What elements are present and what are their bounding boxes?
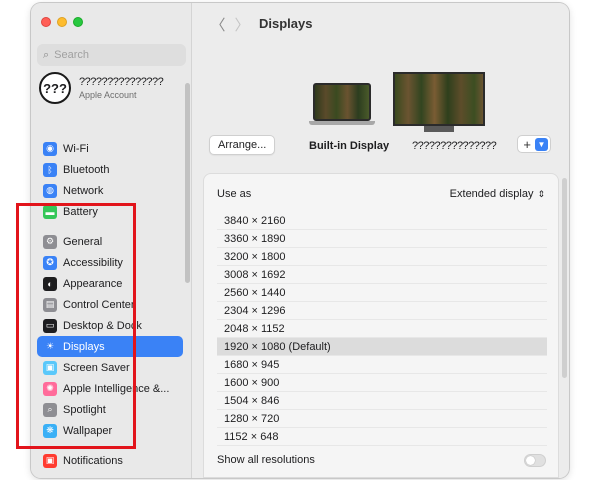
wifi-icon: ◉ [43, 141, 57, 156]
control-center-icon: ▤ [43, 297, 57, 312]
notifications-icon: ▣ [43, 453, 57, 468]
sidebar-item-wifi[interactable]: ◉ Wi-Fi [37, 138, 183, 159]
displays-icon: ☀ [43, 339, 57, 354]
wallpaper-icon: ❋ [43, 423, 57, 438]
apple-account[interactable]: ??? ??????????????? Apple Account [39, 72, 164, 104]
sidebar-item-bluetooth[interactable]: ᛒ Bluetooth [37, 159, 183, 180]
minimize-button[interactable] [57, 17, 67, 27]
search-icon: ⌕ [43, 48, 50, 61]
sidebar-item-spotlight[interactable]: ⌕ Spotlight [37, 399, 183, 420]
resolution-option[interactable]: 3360 × 1890 [217, 230, 547, 248]
sidebar-item-label: General [63, 235, 103, 248]
screen-saver-icon: ▣ [43, 360, 57, 375]
sidebar-item-label: Wallpaper [63, 424, 113, 437]
close-button[interactable] [41, 17, 51, 27]
apple-intelligence-icon: ✺ [43, 381, 57, 396]
resolution-option[interactable]: 3200 × 1800 [217, 248, 547, 266]
sidebar-item-label: Desktop & Dock [63, 319, 142, 332]
use-as-row: Use as Extended display ⇕ [217, 185, 545, 203]
resolution-option[interactable]: 2048 × 1152 [217, 320, 547, 338]
resolution-option[interactable]: 1152 × 648 [217, 428, 547, 446]
external-display-thumbnail[interactable] [393, 72, 485, 132]
sidebar-item-wallpaper[interactable]: ❋ Wallpaper [37, 420, 183, 441]
page-title: Displays [259, 16, 313, 31]
spotlight-icon: ⌕ [43, 402, 57, 417]
sidebar-item-label: Notifications [63, 454, 123, 467]
use-as-select[interactable]: Extended display ⇕ [450, 188, 545, 200]
resolution-option[interactable]: 1280 × 720 [217, 410, 547, 428]
sidebar-item-battery[interactable]: ▬ Battery [37, 201, 183, 222]
bluetooth-icon: ᛒ [43, 162, 57, 177]
plus-icon: + [523, 136, 531, 152]
resolution-option[interactable]: 1600 × 900 [217, 374, 547, 392]
settings-window: ⌕ ??? ??????????????? Apple Account ◉ Wi-… [31, 3, 569, 478]
sidebar-item-control-center[interactable]: ▤ Control Center [37, 294, 183, 315]
resolution-option[interactable]: 3008 × 1692 [217, 266, 547, 284]
builtin-display-thumbnail[interactable] [309, 83, 375, 127]
use-as-label: Use as [217, 188, 252, 200]
zoom-button[interactable] [73, 17, 83, 27]
sidebar-item-accessibility[interactable]: ✪ Accessibility [37, 252, 183, 273]
sidebar-item-label: Appearance [63, 277, 123, 290]
desktop-dock-icon: ▭ [43, 318, 57, 333]
sidebar-item-label: Apple Intelligence &... [63, 382, 170, 395]
back-arrow-icon[interactable]: 〈 [207, 14, 229, 35]
show-all-resolutions-label: Show all resolutions [217, 454, 315, 466]
network-icon: ◍ [43, 183, 57, 198]
builtin-display-label[interactable]: Built-in Display [309, 140, 389, 152]
show-all-resolutions-toggle[interactable] [524, 454, 546, 467]
search-box[interactable]: ⌕ [37, 44, 186, 66]
resolution-option[interactable]: 1504 × 846 [217, 392, 547, 410]
avatar: ??? [39, 72, 71, 104]
chevron-down-icon[interactable]: ▼ [535, 137, 548, 151]
main-scrollbar[interactable] [562, 178, 567, 378]
account-name: ??????????????? [79, 76, 164, 88]
sidebar-item-label: Screen Saver [63, 361, 130, 374]
sidebar-item-screen-saver[interactable]: ▣ Screen Saver [37, 357, 183, 378]
resolution-list: 3840 × 2160 3360 × 1890 3200 × 1800 3008 × … [217, 212, 547, 446]
sidebar: ⌕ ??? ??????????????? Apple Account ◉ Wi-… [31, 3, 192, 478]
sidebar-nav: ◉ Wi-Fi ᛒ Bluetooth ◍ Network ▬ Battery ⚙ General… [37, 138, 183, 471]
sidebar-item-label: Network [63, 184, 104, 197]
add-display-button[interactable]: + ▼ [517, 135, 551, 153]
use-as-value: Extended display [449, 188, 534, 200]
sidebar-item-general[interactable]: ⚙ General [37, 231, 183, 252]
accessibility-icon: ✪ [43, 255, 57, 270]
sidebar-item-label: Battery [63, 205, 98, 218]
appearance-icon: ◐ [43, 276, 57, 291]
sidebar-item-desktop-dock[interactable]: ▭ Desktop & Dock [37, 315, 183, 336]
sidebar-item-apple-intelligence[interactable]: ✺ Apple Intelligence &... [37, 378, 183, 399]
sidebar-item-label: Bluetooth [63, 163, 110, 176]
account-subtitle: Apple Account [79, 90, 137, 100]
updown-chevron-icon: ⇕ [537, 188, 545, 199]
resolution-option[interactable]: 2304 × 1296 [217, 302, 547, 320]
sidebar-item-appearance[interactable]: ◐ Appearance [37, 273, 183, 294]
sidebar-scrollbar[interactable] [185, 83, 190, 283]
sidebar-item-label: Accessibility [63, 256, 123, 269]
gear-icon: ⚙ [43, 234, 57, 249]
resolution-option[interactable]: 3840 × 2160 [217, 212, 547, 230]
resolution-option[interactable]: 1680 × 945 [217, 356, 547, 374]
window-controls [41, 17, 83, 27]
resolution-option[interactable]: 1920 × 1080 (Default) [217, 338, 547, 356]
external-display-label[interactable]: ??????????????? [412, 140, 497, 152]
sidebar-item-label: Displays [63, 340, 105, 353]
sidebar-item-notifications[interactable]: ▣ Notifications [37, 450, 183, 471]
forward-arrow-icon[interactable]: 〉 [231, 14, 253, 35]
resolution-option[interactable]: 2560 × 1440 [217, 284, 547, 302]
sidebar-item-label: Wi-Fi [63, 142, 89, 155]
sidebar-item-displays[interactable]: ☀ Displays [37, 336, 183, 357]
sidebar-item-label: Control Center [63, 298, 135, 311]
arrange-button[interactable]: Arrange... [209, 135, 276, 155]
battery-icon: ▬ [43, 204, 57, 219]
display-settings-panel: Use as Extended display ⇕ 3840 × 2160 336… [203, 173, 559, 478]
sidebar-item-label: Spotlight [63, 403, 106, 416]
search-input[interactable] [54, 49, 175, 61]
main-pane: 〈 〉 Displays Arrange... Built-in Display… [193, 3, 569, 478]
sidebar-item-network[interactable]: ◍ Network [37, 180, 183, 201]
